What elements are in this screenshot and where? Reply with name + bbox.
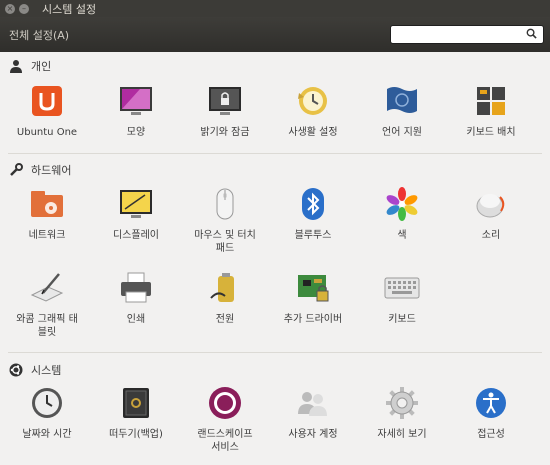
- item-label: 디스플레이: [113, 230, 159, 241]
- item-label: 소리: [481, 230, 501, 241]
- accessibility-icon: [472, 384, 510, 422]
- all-settings-button[interactable]: 전체 설정(A): [9, 27, 69, 43]
- item-appearance[interactable]: 모양: [93, 82, 179, 139]
- mouse-icon: [206, 185, 244, 223]
- battery-power-icon: [206, 269, 244, 307]
- item-backup[interactable]: 떠두기(백업): [93, 384, 179, 441]
- item-keyboard[interactable]: 키보드: [359, 269, 445, 326]
- speaker-icon: [472, 185, 510, 223]
- section-personal: 개인: [8, 58, 51, 74]
- item-color[interactable]: 색: [359, 185, 445, 242]
- item-label: 자세히 보기: [377, 429, 427, 440]
- item-keyboard-layout[interactable]: 키보드 배치: [448, 82, 534, 139]
- lock-screen-icon: [206, 82, 244, 120]
- safe-icon: [117, 384, 155, 422]
- color-flower-icon: [383, 185, 421, 223]
- item-wacom[interactable]: 와콤 그래픽 태 블릿: [4, 269, 90, 339]
- item-language[interactable]: 언어 지원: [359, 82, 445, 139]
- section-title: 시스템: [31, 364, 62, 377]
- item-label: 키보드 배치: [466, 127, 516, 138]
- item-label: 모양: [126, 127, 146, 138]
- appearance-icon: [117, 82, 155, 120]
- item-label: 밝기와 잠금: [200, 127, 250, 138]
- network-icon: [28, 185, 66, 223]
- item-bluetooth[interactable]: 블루투스: [270, 185, 356, 242]
- item-label: 접근성: [477, 429, 505, 440]
- printer-icon: [117, 269, 155, 307]
- search-input[interactable]: [390, 25, 544, 44]
- keyboard-layout-icon: [472, 82, 510, 120]
- item-label: 날짜와 시간: [22, 429, 72, 440]
- item-privacy[interactable]: 사생활 설정: [270, 82, 356, 139]
- clock-icon: [28, 384, 66, 422]
- title-bar: × – 시스템 설정: [0, 0, 550, 17]
- section-title: 개인: [31, 60, 52, 73]
- section-title: 하드웨어: [31, 164, 72, 177]
- item-label: 키보드: [388, 314, 416, 325]
- item-label: 마우스 및 터치 패드: [194, 230, 256, 254]
- item-label: 추가 드라이버: [283, 314, 343, 325]
- item-printing[interactable]: 인쇄: [93, 269, 179, 326]
- item-landscape[interactable]: 랜드스케이프 서비스: [182, 384, 268, 454]
- item-label: 전원: [215, 314, 235, 325]
- item-display[interactable]: 디스플레이: [93, 185, 179, 242]
- item-label: 인쇄: [126, 314, 146, 325]
- item-label: 떠두기(백업): [109, 429, 163, 440]
- item-power[interactable]: 전원: [182, 269, 268, 326]
- item-network[interactable]: 네트워크: [4, 185, 90, 242]
- privacy-clock-icon: [294, 82, 332, 120]
- item-label: 랜드스케이프 서비스: [197, 429, 253, 453]
- item-details[interactable]: 자세히 보기: [359, 384, 445, 441]
- item-label: Ubuntu One: [16, 127, 78, 138]
- separator: [8, 153, 542, 154]
- separator: [8, 352, 542, 353]
- item-sound[interactable]: 소리: [448, 185, 534, 242]
- gear-icon: [383, 384, 421, 422]
- ubuntu-one-icon: [28, 82, 66, 120]
- item-label: 사용자 계정: [288, 429, 338, 440]
- item-label: 색: [397, 230, 407, 241]
- wrench-icon: [8, 162, 24, 178]
- section-system: 시스템: [8, 362, 61, 378]
- person-icon: [8, 58, 24, 74]
- tablet-pen-icon: [28, 269, 66, 307]
- toolbar: 전체 설정(A): [0, 17, 550, 52]
- item-date-time[interactable]: 날짜와 시간: [4, 384, 90, 441]
- minimize-icon[interactable]: –: [19, 3, 29, 14]
- item-label: 네트워크: [28, 230, 66, 241]
- item-accessibility[interactable]: 접근성: [448, 384, 534, 441]
- window-title: 시스템 설정: [42, 2, 97, 16]
- item-additional-drivers[interactable]: 추가 드라이버: [270, 269, 356, 326]
- item-label: 와콤 그래픽 태 블릿: [16, 314, 78, 338]
- bluetooth-icon: [294, 185, 332, 223]
- section-hardware: 하드웨어: [8, 162, 71, 178]
- display-icon: [117, 185, 155, 223]
- circuit-board-icon: [294, 269, 332, 307]
- close-icon[interactable]: ×: [5, 3, 15, 14]
- item-label: 언어 지원: [382, 127, 422, 138]
- item-label: 사생활 설정: [288, 127, 338, 138]
- item-mouse[interactable]: 마우스 및 터치 패드: [182, 185, 268, 255]
- landscape-icon: [206, 384, 244, 422]
- item-user-accounts[interactable]: 사용자 계정: [270, 384, 356, 441]
- item-brightness-lock[interactable]: 밝기와 잠금: [182, 82, 268, 139]
- users-icon: [294, 384, 332, 422]
- language-flag-icon: [383, 82, 421, 120]
- settings-content: 개인 Ubuntu One 모양 밝기와 잠금 사생활 설정 언어 지원 키보드…: [0, 52, 550, 465]
- search-icon: [526, 28, 537, 39]
- ubuntu-logo-icon: [8, 362, 24, 378]
- keyboard-icon: [383, 269, 421, 307]
- item-ubuntu-one[interactable]: Ubuntu One: [4, 82, 90, 139]
- item-label: 블루투스: [294, 230, 332, 241]
